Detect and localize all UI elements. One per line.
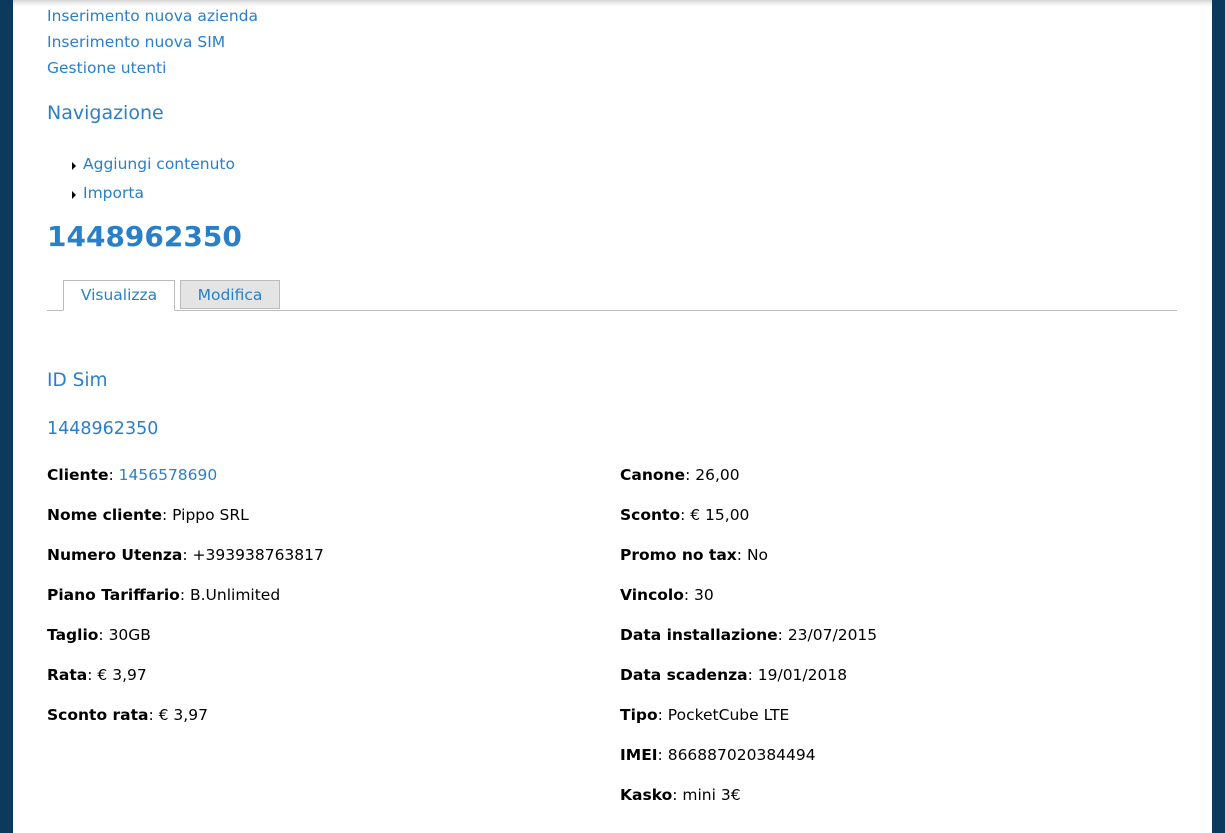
field-label: Rata <box>47 666 88 684</box>
navigation-title: Navigazione <box>47 102 164 124</box>
field-label: Tipo <box>620 706 658 724</box>
tab-edit[interactable]: Modifica <box>180 280 280 309</box>
field-kasko: Kasko: mini 3€ <box>620 786 741 804</box>
field-value: Pippo SRL <box>172 506 249 524</box>
details-left-column: Cliente: 1456578690 Nome cliente: Pippo … <box>47 463 324 743</box>
field-nome-cliente: Nome cliente: Pippo SRL <box>47 506 249 524</box>
field-piano-tariffario: Piano Tariffario: B.Unlimited <box>47 586 281 604</box>
field-canone: Canone: 26,00 <box>620 466 740 484</box>
field-taglio: Taglio: 30GB <box>47 626 151 644</box>
admin-links: Inserimento nuova azienda Inserimento nu… <box>47 3 258 81</box>
field-label: Piano Tariffario <box>47 586 180 604</box>
field-label: Taglio <box>47 626 99 644</box>
field-label: Promo no tax <box>620 546 737 564</box>
field-tipo: Tipo: PocketCube LTE <box>620 706 790 724</box>
field-value: No <box>746 546 769 564</box>
field-value: mini 3€ <box>682 786 741 804</box>
field-value: € 3,97 <box>97 666 147 684</box>
field-rata: Rata: € 3,97 <box>47 666 147 684</box>
field-label: Kasko <box>620 786 673 804</box>
customer-link[interactable]: 1456578690 <box>119 466 218 484</box>
nav-link-import[interactable]: Importa <box>83 184 144 202</box>
field-vincolo: Vincolo: 30 <box>620 586 714 604</box>
sim-id-value: 1448962350 <box>47 419 159 439</box>
field-data-installazione: Data installazione: 23/07/2015 <box>620 626 878 644</box>
field-value: 26,00 <box>695 466 740 484</box>
field-label: Numero Utenza <box>47 546 183 564</box>
field-value: 30GB <box>108 626 151 644</box>
link-new-company[interactable]: Inserimento nuova azienda <box>47 7 258 25</box>
field-value: 866887020384494 <box>667 746 816 764</box>
field-promo-no-tax: Promo no tax: No <box>620 546 769 564</box>
page-title: 1448962350 <box>47 220 242 253</box>
details-right-column: Canone: 26,00 Sconto: € 15,00 Promo no t… <box>620 463 877 823</box>
field-label: Canone <box>620 466 686 484</box>
field-label: IMEI <box>620 746 658 764</box>
bullet-arrow-icon <box>72 162 76 170</box>
field-value: 30 <box>694 586 714 604</box>
field-sconto-rata: Sconto rata: € 3,97 <box>47 706 208 724</box>
sim-id-label: ID Sim <box>47 370 108 391</box>
page-content: Inserimento nuova azienda Inserimento nu… <box>13 0 1212 833</box>
nav-link-add-content[interactable]: Aggiungi contenuto <box>83 155 235 173</box>
field-value: PocketCube LTE <box>667 706 790 724</box>
link-new-sim[interactable]: Inserimento nuova SIM <box>47 33 225 51</box>
tab-view[interactable]: Visualizza <box>63 280 175 311</box>
field-sconto: Sconto: € 15,00 <box>620 506 750 524</box>
field-value: € 3,97 <box>158 706 208 724</box>
nav-item-import: Importa <box>72 179 235 208</box>
field-label: Nome cliente <box>47 506 162 524</box>
tab-bar: Visualizza Modifica <box>47 280 1177 311</box>
field-value: +393938763817 <box>192 546 324 564</box>
field-data-scadenza: Data scadenza: 19/01/2018 <box>620 666 848 684</box>
nav-item-add-content: Aggiungi contenuto <box>72 150 235 179</box>
field-value: € 15,00 <box>690 506 750 524</box>
field-label: Sconto rata <box>47 706 149 724</box>
field-value: 23/07/2015 <box>787 626 878 644</box>
bullet-arrow-icon <box>72 191 76 199</box>
field-label: Data scadenza <box>620 666 748 684</box>
field-value: B.Unlimited <box>189 586 281 604</box>
field-label: Sconto <box>620 506 681 524</box>
field-label: Cliente <box>47 466 109 484</box>
field-numero-utenza: Numero Utenza: +393938763817 <box>47 546 324 564</box>
field-imei: IMEI: 866887020384494 <box>620 746 816 764</box>
field-value: 19/01/2018 <box>757 666 848 684</box>
navigation-list: Aggiungi contenuto Importa <box>72 150 235 208</box>
link-user-management[interactable]: Gestione utenti <box>47 59 166 77</box>
field-label: Vincolo <box>620 586 684 604</box>
field-label: Data installazione <box>620 626 778 644</box>
field-cliente: Cliente: 1456578690 <box>47 466 218 484</box>
